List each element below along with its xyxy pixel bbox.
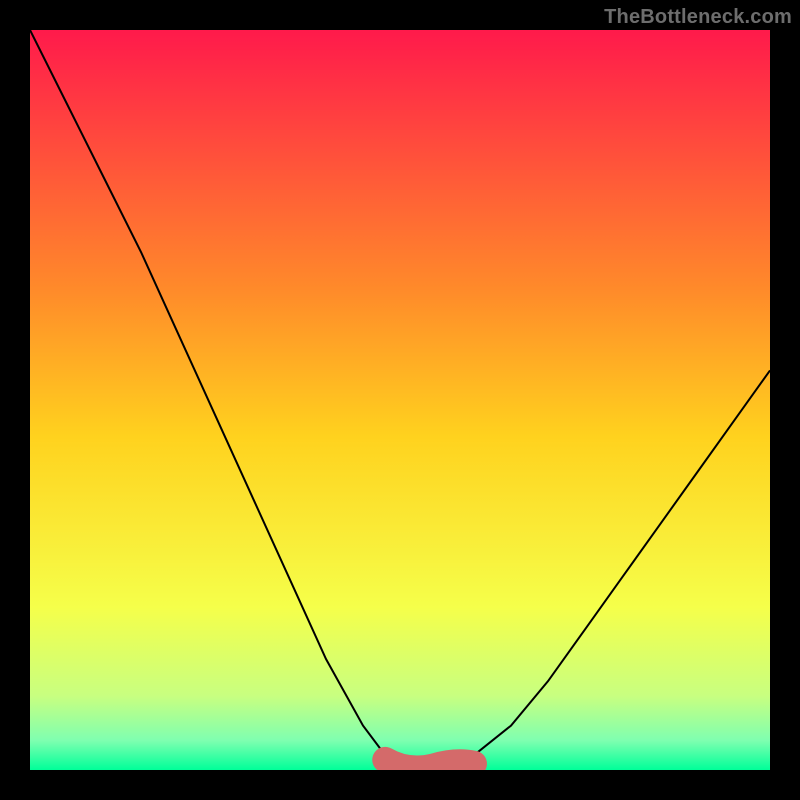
chart-plot-area	[30, 30, 770, 770]
chart-frame: TheBottleneck.com	[0, 0, 800, 800]
gradient-background	[30, 30, 770, 770]
optimal-range-indicator	[385, 760, 474, 769]
chart-svg	[30, 30, 770, 770]
watermark-text: TheBottleneck.com	[604, 6, 792, 29]
